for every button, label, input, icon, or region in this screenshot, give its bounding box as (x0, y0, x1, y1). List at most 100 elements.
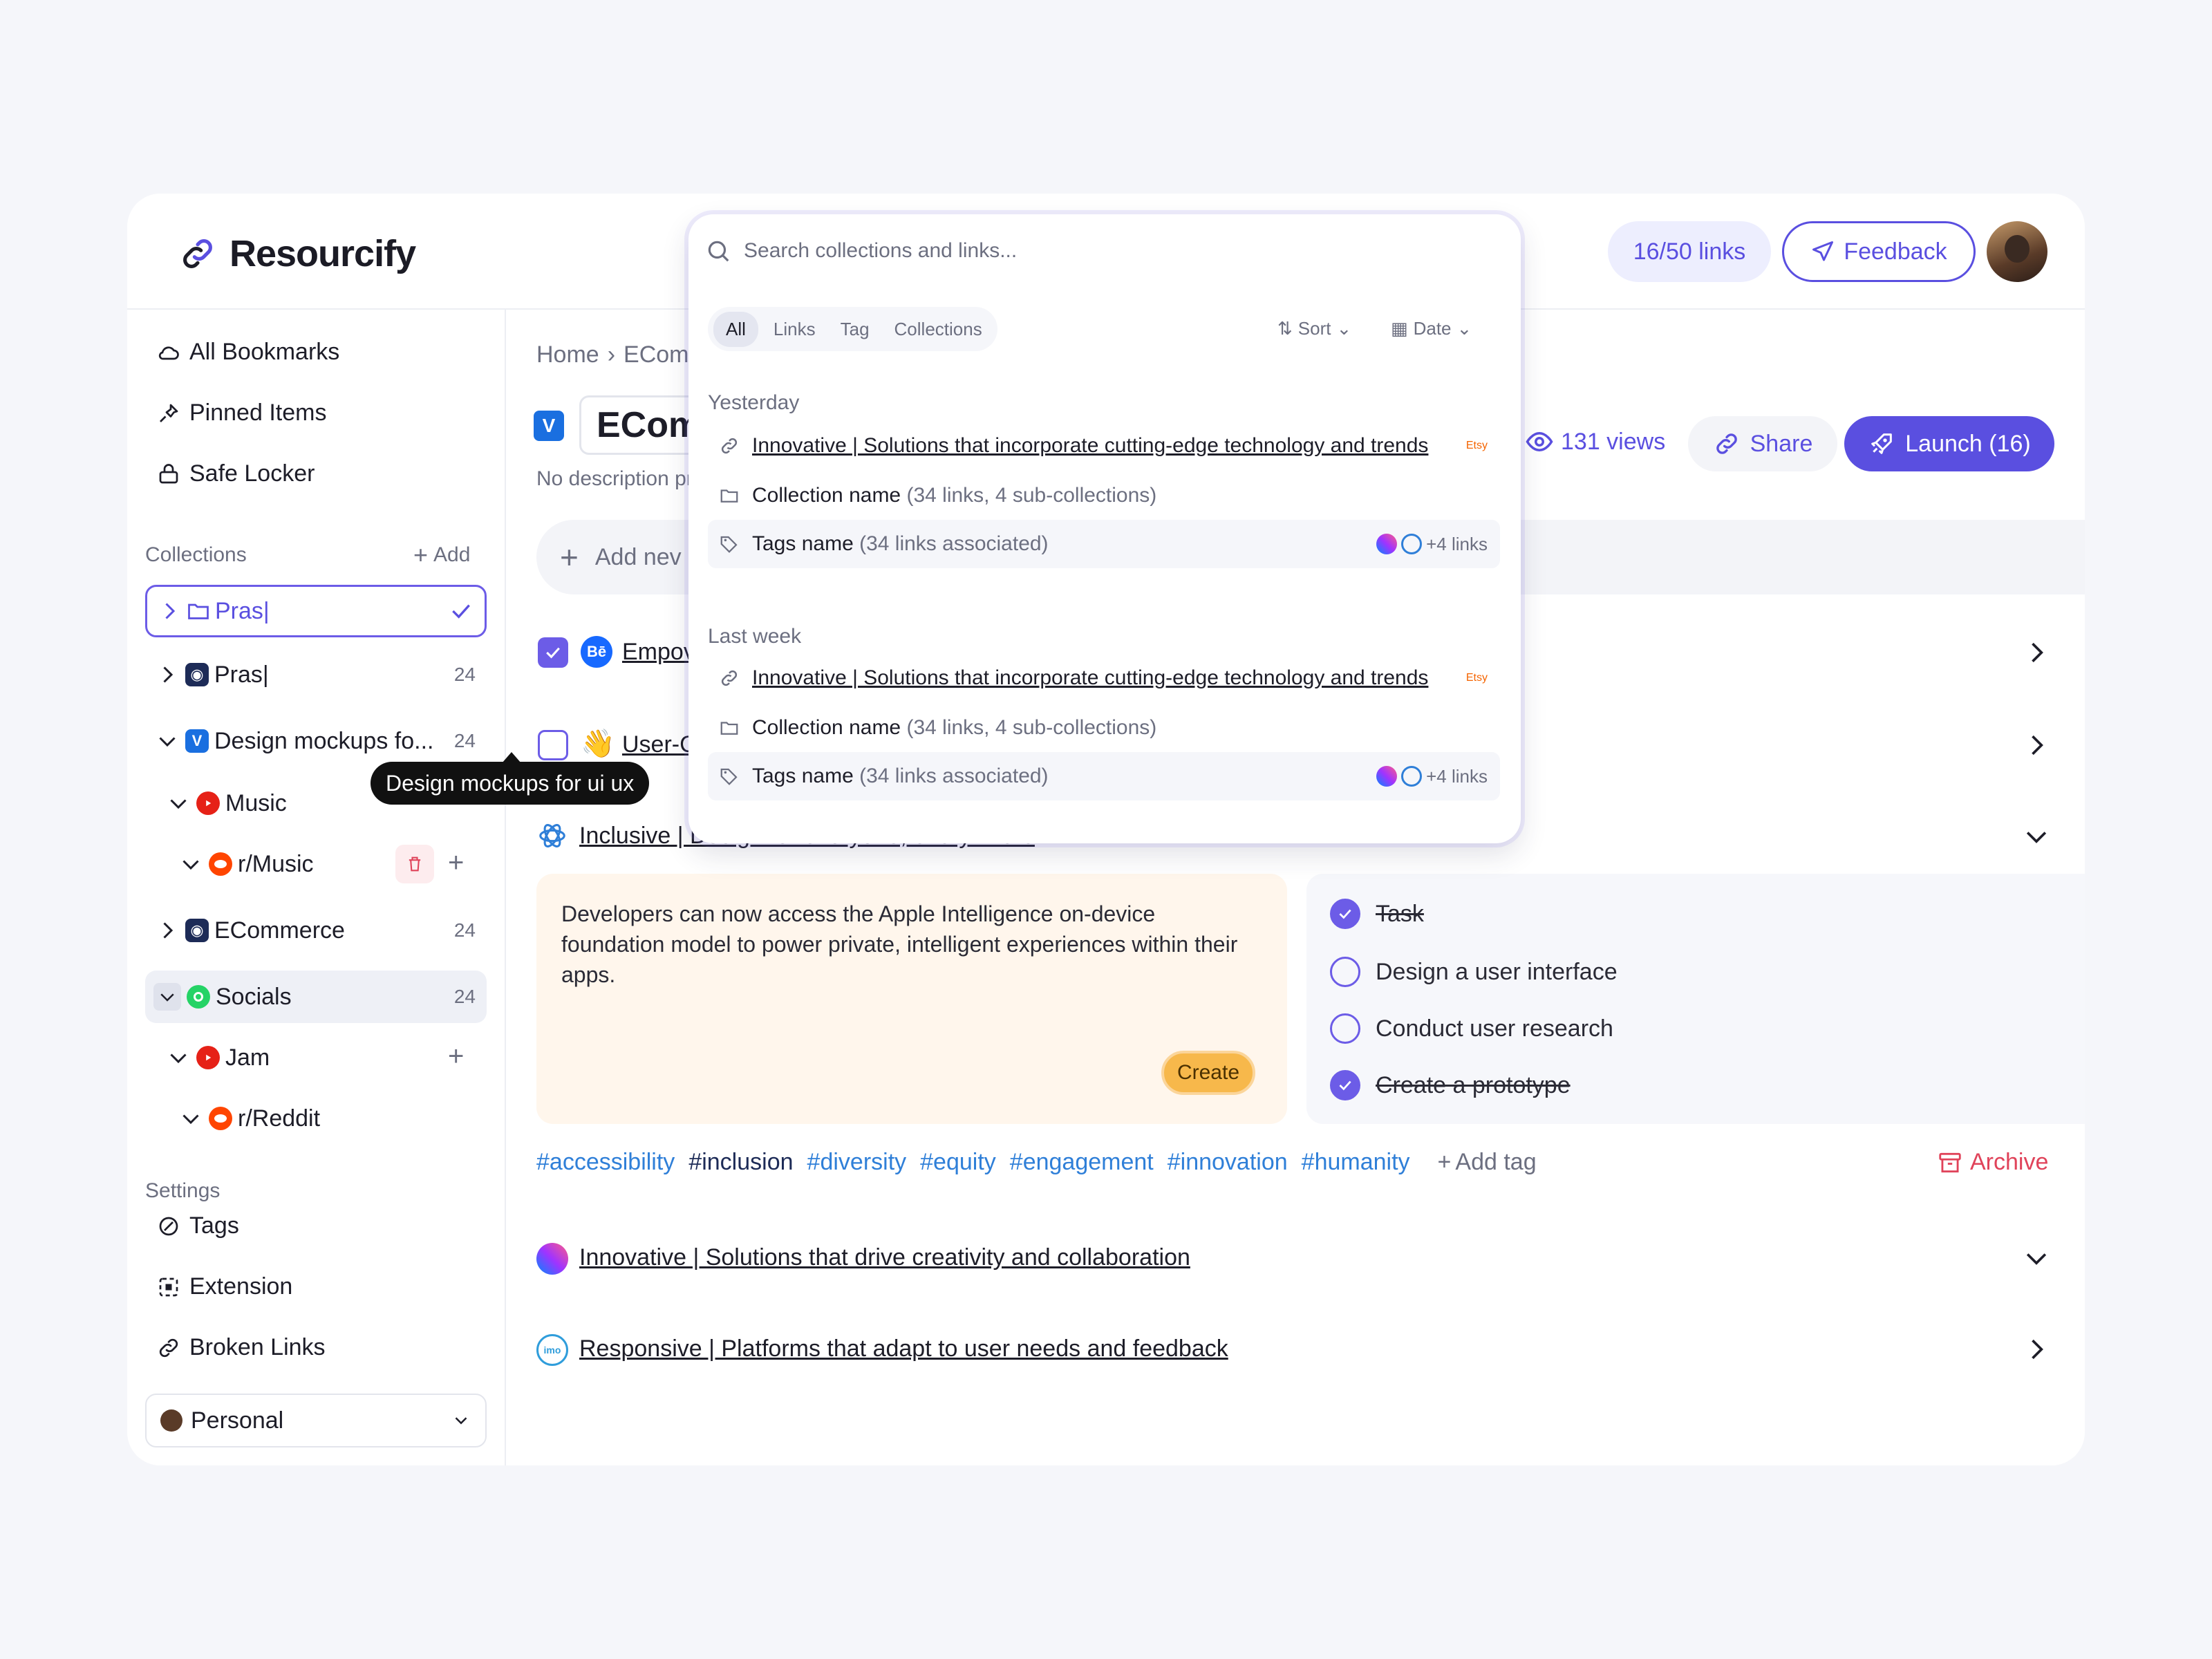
add-collection-button[interactable]: + Add (413, 541, 470, 570)
add-label: Add (433, 543, 471, 566)
nav-pinned-items[interactable]: Pinned Items (156, 400, 326, 427)
tag-chip[interactable]: #humanity (1302, 1149, 1410, 1176)
nav-tags[interactable]: Tags (156, 1212, 239, 1239)
add-sub-button[interactable]: + (448, 847, 464, 878)
search-input[interactable]: Search collections and links... (705, 238, 1017, 264)
tree-item-pras[interactable]: ◉ Pras| 24 (145, 648, 487, 701)
task-item[interactable]: Create a prototype (1330, 1070, 1571, 1100)
tree-count: 24 (453, 730, 476, 751)
chevron-down-icon[interactable] (2021, 1243, 2052, 1273)
breadcrumb-current[interactable]: ECom (624, 341, 688, 368)
task-checkbox-checked[interactable] (1330, 899, 1360, 929)
tag-chip[interactable]: #accessibility (536, 1149, 675, 1176)
new-collection-input[interactable]: Pras| (145, 585, 487, 637)
item-checkbox[interactable] (538, 637, 568, 668)
sort-dropdown[interactable]: ⇅ Sort ⌄ (1277, 318, 1351, 339)
more-links: +4 links (1426, 533, 1488, 554)
chevron-right-icon[interactable] (155, 918, 180, 943)
chevron-down-icon[interactable] (153, 983, 181, 1011)
chevron-down-icon[interactable] (155, 729, 180, 753)
chevron-down-icon[interactable] (166, 791, 191, 816)
link-title[interactable]: Empov (622, 639, 695, 666)
task-checkbox[interactable] (1330, 1013, 1360, 1044)
app-icon: ◉ (185, 663, 209, 686)
wave-icon: 👋 (581, 729, 615, 759)
tag-chip[interactable]: #equity (920, 1149, 996, 1176)
task-item[interactable]: Design a user interface (1330, 957, 1618, 987)
search-result-collection[interactable]: Collection name (34 links, 4 sub-collect… (708, 704, 1500, 752)
link-icon (1716, 433, 1737, 454)
user-avatar[interactable] (1987, 221, 2047, 282)
filter-links[interactable]: Links (764, 312, 825, 347)
folder-icon (188, 603, 209, 619)
search-result-link[interactable]: Innovative | Solutions that incorporate … (708, 654, 1500, 702)
link-title[interactable]: User-C (622, 731, 697, 758)
rocket-icon (1871, 433, 1893, 454)
search-result-link[interactable]: Innovative | Solutions that incorporate … (708, 422, 1500, 470)
create-button[interactable]: Create (1161, 1051, 1255, 1095)
tree-item-jam[interactable]: Jam + (145, 1031, 487, 1084)
tree-item-ecommerce[interactable]: ◉ ECommerce 24 (145, 904, 487, 957)
task-item[interactable]: Task (1330, 899, 1424, 929)
feedback-button[interactable]: Feedback (1782, 221, 1976, 282)
filter-all[interactable]: All (713, 311, 758, 347)
link-icon (721, 670, 738, 686)
item-checkbox[interactable] (538, 730, 568, 760)
tag-chip[interactable]: #engagement (1010, 1149, 1154, 1176)
workspace-select[interactable]: Personal (145, 1394, 487, 1447)
chevron-down-icon[interactable] (178, 852, 203, 877)
task-label: Task (1376, 900, 1424, 927)
filter-collections[interactable]: Collections (885, 312, 992, 347)
tag-chip[interactable]: #diversity (807, 1149, 907, 1176)
task-checkbox-checked[interactable] (1330, 1070, 1360, 1100)
add-sub-button[interactable]: + (448, 1041, 464, 1071)
nav-extension[interactable]: Extension (156, 1273, 292, 1300)
chevron-right-icon[interactable] (155, 662, 180, 687)
filter-tag[interactable]: Tag (831, 312, 879, 347)
nav-safe-locker[interactable]: Safe Locker (156, 460, 315, 487)
views-counter: 131 views (1525, 427, 1665, 456)
nav-broken-links[interactable]: Broken Links (156, 1334, 326, 1361)
chevron-down-icon[interactable] (166, 1045, 191, 1070)
search-result-tag[interactable]: Tags name (34 links associated) +4 links (708, 520, 1500, 568)
chevron-right-icon[interactable] (2021, 730, 2052, 760)
link-title[interactable]: Responsive | Platforms that adapt to use… (579, 1335, 1228, 1362)
tree-item-design-mockups[interactable]: V Design mockups fo... 24 (145, 715, 487, 767)
archive-button[interactable]: Archive (1937, 1149, 2048, 1176)
tree-item-r-music[interactable]: r/Music + (145, 838, 487, 890)
search-result-tag[interactable]: Tags name (34 links associated) +4 links (708, 752, 1500, 800)
send-icon (1812, 241, 1834, 261)
link-title[interactable]: Innovative | Solutions that drive creati… (579, 1244, 1190, 1271)
chevron-down-icon[interactable] (2021, 821, 2052, 852)
add-tag-button[interactable]: + Add tag (1438, 1149, 1537, 1176)
tag-chip[interactable]: #innovation (1168, 1149, 1288, 1176)
link-logo-icon (183, 239, 212, 268)
links-usage-badge[interactable]: 16/50 links (1608, 221, 1771, 282)
tag-chip[interactable]: #inclusion (688, 1149, 793, 1176)
task-checkbox[interactable] (1330, 957, 1360, 987)
launch-button[interactable]: Launch (16) (1844, 416, 2054, 471)
result-title: Innovative | Solutions that incorporate … (752, 666, 1429, 689)
delete-button[interactable] (395, 845, 434, 883)
app-logo[interactable]: Resourcify (178, 232, 416, 275)
chevron-down-icon[interactable] (178, 1106, 203, 1131)
views-label: 131 views (1561, 428, 1666, 455)
date-dropdown[interactable]: ▦ Date ⌄ (1391, 318, 1472, 339)
collection-description[interactable]: No description pr (536, 467, 693, 491)
breadcrumb-home[interactable]: Home (536, 341, 599, 368)
chevron-right-icon[interactable] (2021, 637, 2052, 668)
pin-icon (160, 404, 178, 422)
check-icon[interactable] (447, 597, 475, 625)
result-title: Tags name (752, 532, 854, 555)
result-meta: (34 links associated) (859, 765, 1049, 787)
search-result-collection[interactable]: Collection name (34 links, 4 sub-collect… (708, 471, 1500, 520)
eye-icon (1526, 431, 1553, 452)
share-button[interactable]: Share (1688, 416, 1837, 471)
tree-item-socials[interactable]: Socials 24 (145, 971, 487, 1023)
chevron-right-icon[interactable] (2021, 1334, 2052, 1365)
breadcrumb: Home › ECom (536, 341, 689, 368)
note-text[interactable]: Developers can now access the Apple Inte… (561, 899, 1253, 990)
tree-item-r-reddit[interactable]: r/Reddit (145, 1092, 487, 1145)
nav-all-bookmarks[interactable]: All Bookmarks (156, 339, 339, 366)
task-item[interactable]: Conduct user research (1330, 1013, 1613, 1044)
